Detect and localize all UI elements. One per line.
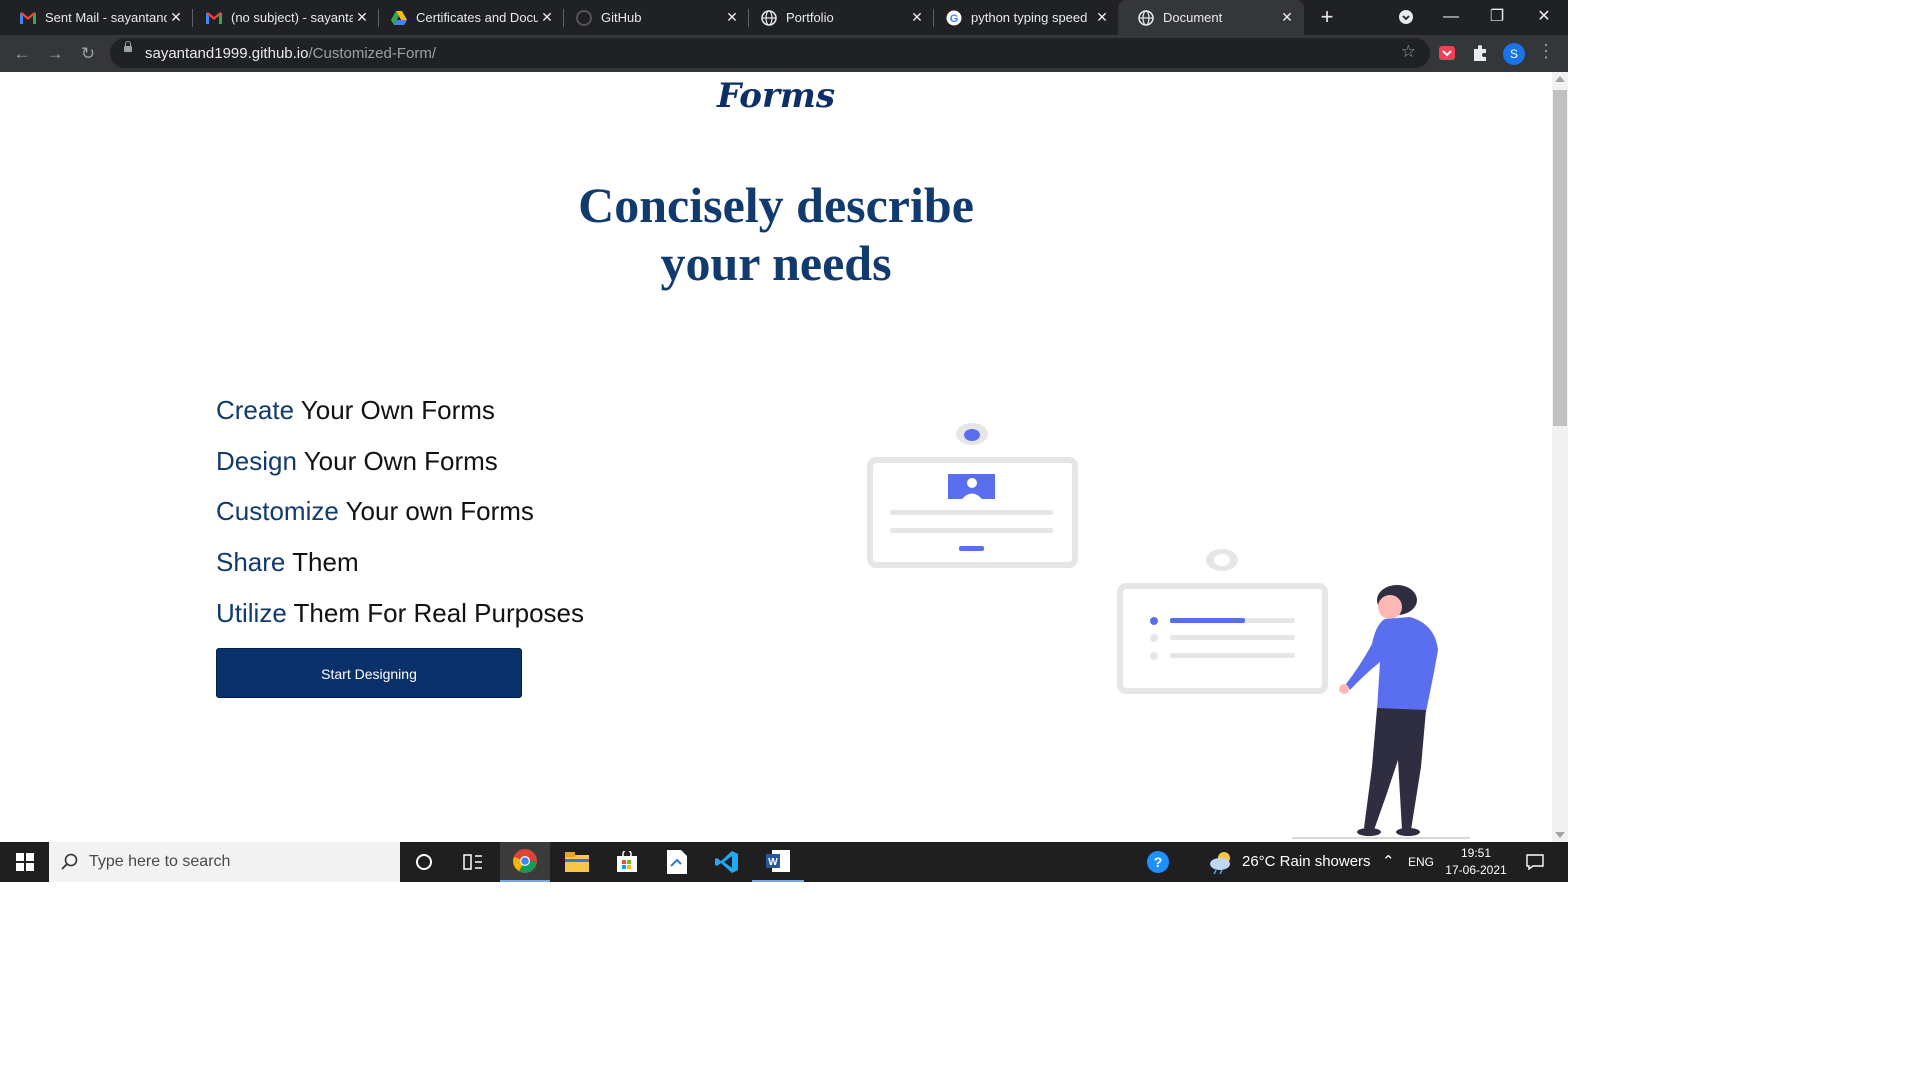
address-bar[interactable]: sayantand1999.github.io/Customized-Form/… [110, 38, 1430, 68]
svg-text:?: ? [1154, 854, 1163, 870]
page-scrollbar[interactable] [1552, 72, 1568, 842]
chevron-up-icon[interactable]: ⌃ [1382, 842, 1395, 882]
tab-title: Certificates and Docu [416, 10, 538, 25]
restore-icon[interactable]: ❐ [1474, 0, 1520, 35]
tab-drive[interactable]: Certificates and Docu ✕ [371, 0, 564, 35]
start-designing-button[interactable]: Start Designing [216, 648, 522, 698]
notification-icon[interactable] [1520, 842, 1550, 882]
close-tab-icon[interactable]: ✕ [723, 9, 741, 26]
tab-gmail-sent[interactable]: Sent Mail - sayantand ✕ [0, 0, 193, 35]
language-indicator[interactable]: ENG [1408, 842, 1434, 882]
clock[interactable]: 19:51 17-06-2021 [1440, 845, 1512, 879]
web-page: Forms Concisely describe your needs Crea… [0, 72, 1552, 842]
lock-icon [124, 41, 132, 52]
weather-rain-icon[interactable] [1204, 842, 1238, 882]
feature-item: Design Your Own Forms [216, 445, 498, 476]
profile-avatar[interactable]: S [1503, 43, 1525, 65]
tab-strip: Sent Mail - sayantand ✕ (no subject) - s… [0, 0, 1568, 35]
tab-title: Portfolio [786, 10, 834, 25]
tab-title: (no subject) - sayanta [231, 10, 353, 25]
search-placeholder: Type here to search [89, 853, 231, 870]
close-window-icon[interactable]: ✕ [1521, 0, 1567, 35]
forward-icon[interactable]: → [42, 41, 68, 67]
feature-list: Create Your Own Forms Design Your Own Fo… [216, 390, 584, 643]
new-tab-button[interactable]: + [1315, 5, 1339, 29]
word-icon[interactable]: W [752, 842, 804, 882]
tab-document-active[interactable]: Document ✕ [1118, 0, 1304, 35]
pdf-reader-icon[interactable] [652, 842, 702, 882]
hero-headline: Concisely describe your needs [578, 177, 974, 291]
taskbar-search[interactable]: Type here to search [49, 842, 400, 882]
close-tab-icon[interactable]: ✕ [353, 9, 371, 26]
search-icon [61, 853, 78, 870]
tab-github[interactable]: GitHub ✕ [556, 0, 749, 35]
scrollbar-thumb[interactable] [1553, 90, 1567, 426]
github-icon [576, 9, 592, 26]
extensions-puzzle-icon[interactable] [1470, 43, 1490, 63]
tab-portfolio[interactable]: Portfolio ✕ [741, 0, 934, 35]
feature-item: Share Them [216, 547, 359, 578]
tab-search-icon[interactable] [1383, 0, 1429, 35]
microsoft-store-icon[interactable] [602, 842, 652, 882]
feature-item: Create Your Own Forms [216, 395, 495, 425]
chrome-menu-icon[interactable]: ⋮ [1537, 41, 1555, 62]
tab-google-search[interactable]: G python typing speed ✕ [926, 0, 1119, 35]
scroll-down-icon[interactable] [1555, 832, 1565, 838]
help-icon[interactable]: ? [1138, 842, 1178, 882]
tab-title: Document [1163, 10, 1223, 25]
windows-start-icon[interactable] [0, 842, 49, 882]
file-explorer-icon[interactable] [552, 842, 602, 882]
minimize-icon[interactable]: — [1428, 0, 1474, 35]
close-tab-icon[interactable]: ✕ [167, 9, 185, 26]
tab-gmail-draft[interactable]: (no subject) - sayanta ✕ [186, 0, 379, 35]
google-icon: G [946, 10, 962, 26]
close-tab-icon[interactable]: ✕ [1278, 9, 1296, 26]
browser-toolbar: ← → ↻ sayantand1999.github.io/Customized… [0, 35, 1568, 72]
vscode-icon[interactable] [702, 842, 752, 882]
svg-text:W: W [768, 857, 778, 868]
svg-text:G: G [950, 13, 959, 25]
gmail-icon [20, 10, 36, 26]
gmail-icon [206, 10, 222, 26]
tab-title: Sent Mail - sayantand [45, 10, 167, 25]
back-icon[interactable]: ← [9, 41, 35, 67]
bookmark-star-icon[interactable]: ☆ [1401, 42, 1416, 62]
chrome-taskbar-icon[interactable] [500, 842, 550, 882]
task-view-icon[interactable] [449, 842, 497, 882]
feature-item: Customize Your own Forms [216, 496, 534, 527]
close-tab-icon[interactable]: ✕ [538, 9, 556, 26]
close-tab-icon[interactable]: ✕ [908, 9, 926, 26]
drive-icon [391, 10, 407, 26]
weather-text[interactable]: 26°C Rain showers [1242, 842, 1371, 882]
globe-icon [761, 9, 777, 26]
globe-icon [1138, 9, 1154, 26]
forms-illustration [867, 423, 1470, 839]
reload-icon[interactable]: ↻ [75, 41, 101, 67]
url-text[interactable]: sayantand1999.github.io/Customized-Form/ [145, 45, 436, 62]
cortana-icon[interactable] [400, 842, 448, 882]
scroll-up-icon[interactable] [1555, 76, 1565, 82]
site-logo: Forms [717, 76, 835, 116]
tab-title: python typing speed [971, 10, 1088, 25]
close-tab-icon[interactable]: ✕ [1093, 9, 1111, 26]
tab-title: GitHub [601, 10, 642, 25]
feature-item: Utilize Them For Real Purposes [216, 597, 584, 628]
pocket-extension-icon[interactable] [1437, 43, 1457, 63]
windows-taskbar: Type here to search W ? 26°C Rain shower… [0, 842, 1568, 882]
